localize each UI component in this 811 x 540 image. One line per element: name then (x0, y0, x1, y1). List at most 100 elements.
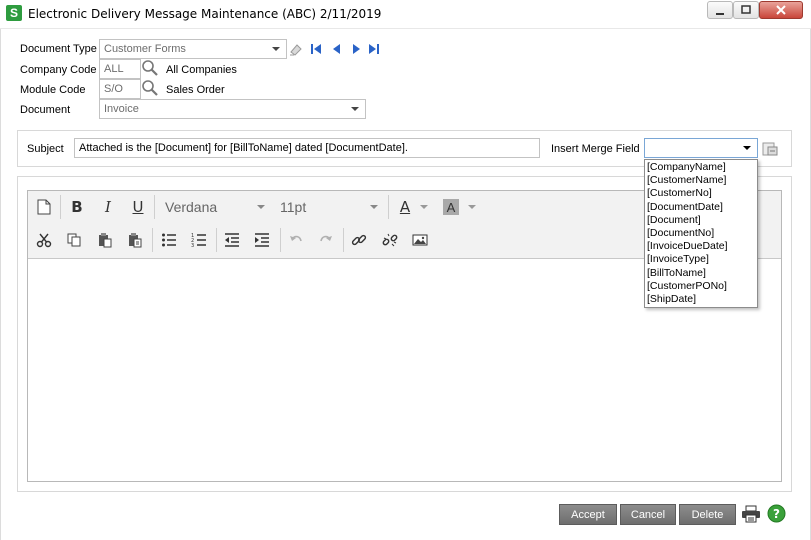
copy-button[interactable] (63, 229, 85, 251)
printer-icon[interactable] (741, 505, 761, 523)
last-record-icon[interactable] (369, 44, 379, 54)
insert-image-button[interactable] (409, 229, 431, 251)
maximize-button[interactable] (733, 1, 759, 19)
merge-option[interactable]: [CustomerName] (645, 174, 757, 187)
separator (152, 228, 153, 252)
minimize-icon (716, 13, 724, 15)
next-record-icon[interactable] (352, 44, 362, 54)
chevron-down-icon (257, 205, 265, 209)
separator (154, 195, 155, 219)
merge-option[interactable]: [CustomerPONo] (645, 280, 757, 293)
font-family-value: Verdana (165, 199, 218, 215)
chevron-down-icon (370, 205, 378, 209)
svg-text:?: ? (773, 507, 780, 521)
bullet-list-icon (162, 233, 176, 247)
subject-label: Subject (27, 143, 64, 155)
merge-option[interactable]: [CustomerNo] (645, 187, 757, 200)
merge-option[interactable]: [DocumentDate] (645, 201, 757, 214)
module-code-input[interactable]: S/O (99, 79, 141, 99)
document-label: Document (20, 104, 71, 116)
font-size-value: 11pt (280, 199, 307, 215)
previous-record-icon[interactable] (332, 44, 342, 54)
merge-option[interactable]: [BillToName] (645, 267, 757, 280)
merge-option[interactable]: [InvoiceDueDate] (645, 240, 757, 253)
separator (343, 228, 344, 252)
accept-button[interactable]: Accept (559, 504, 617, 525)
company-code-input[interactable]: ALL (99, 59, 141, 79)
paste-button[interactable] (94, 229, 116, 251)
font-family-select[interactable]: Verdana (165, 196, 265, 218)
insert-merge-icon[interactable] (761, 140, 779, 158)
italic-button[interactable]: I (97, 196, 119, 218)
bold-button[interactable]: B (66, 196, 88, 218)
outdent-icon (225, 233, 239, 247)
paste-text-icon (129, 233, 142, 248)
merge-field-select[interactable] (644, 138, 758, 158)
document-value: Invoice (104, 103, 139, 115)
new-document-button[interactable] (33, 196, 55, 218)
company-code-label: Company Code (20, 64, 97, 76)
maximize-icon (741, 5, 751, 14)
document-type-value: Customer Forms (104, 43, 186, 55)
chevron-down-icon (272, 47, 280, 51)
undo-button[interactable] (285, 229, 307, 251)
numbered-list-icon: 123 (191, 233, 206, 248)
merge-option[interactable]: [CompanyName] (645, 161, 757, 174)
app-icon: S (6, 5, 22, 21)
copy-icon (67, 233, 81, 247)
font-size-select[interactable]: 11pt (280, 196, 378, 218)
chevron-down-icon (743, 146, 751, 150)
new-document-icon (37, 199, 51, 215)
company-lookup-icon[interactable] (141, 59, 159, 77)
merge-option[interactable]: [DocumentNo] (645, 227, 757, 240)
eraser-icon[interactable] (288, 41, 304, 57)
delete-button[interactable]: Delete (679, 504, 736, 525)
separator (60, 195, 61, 219)
svg-text:3: 3 (191, 243, 194, 248)
scissors-icon (36, 233, 52, 248)
redo-icon (320, 235, 332, 242)
chevron-down-icon[interactable] (420, 205, 428, 209)
underline-button[interactable]: U (127, 196, 149, 218)
module-code-label: Module Code (20, 84, 86, 96)
separator (388, 195, 389, 219)
indent-icon (255, 233, 269, 247)
close-button[interactable] (759, 1, 803, 19)
help-icon[interactable]: ? (767, 504, 786, 523)
merge-option[interactable]: [ShipDate] (645, 293, 757, 306)
paste-special-button[interactable] (124, 229, 146, 251)
chevron-down-icon (351, 107, 359, 111)
cut-button[interactable] (33, 229, 55, 251)
remove-link-button[interactable] (379, 229, 401, 251)
company-description: All Companies (166, 64, 237, 76)
unlink-icon (382, 233, 398, 247)
document-select[interactable]: Invoice (99, 99, 366, 119)
merge-field-list: [CompanyName] [CustomerName] [CustomerNo… (644, 159, 758, 308)
undo-icon (290, 235, 302, 242)
decrease-indent-button[interactable] (221, 229, 243, 251)
image-icon (412, 234, 428, 246)
document-type-label: Document Type (20, 43, 97, 55)
merge-option[interactable]: [InvoiceType] (645, 253, 757, 266)
insert-link-button[interactable] (348, 229, 370, 251)
paste-icon (99, 233, 112, 248)
minimize-button[interactable] (707, 1, 733, 19)
bulleted-list-button[interactable] (158, 229, 180, 251)
module-lookup-icon[interactable] (141, 79, 159, 97)
separator (280, 228, 281, 252)
merge-option[interactable]: [Document] (645, 214, 757, 227)
increase-indent-button[interactable] (251, 229, 273, 251)
cancel-button[interactable]: Cancel (620, 504, 676, 525)
subject-input[interactable]: Attached is the [Document] for [BillToNa… (74, 138, 540, 158)
close-icon (776, 5, 786, 15)
numbered-list-button[interactable]: 123 (188, 229, 210, 251)
chevron-down-icon[interactable] (468, 205, 476, 209)
font-color-button[interactable]: A (394, 196, 416, 218)
highlight-color-button[interactable]: A (443, 199, 459, 215)
insert-merge-field-label: Insert Merge Field (551, 143, 640, 155)
redo-button[interactable] (315, 229, 337, 251)
document-type-select[interactable]: Customer Forms (99, 39, 287, 59)
window-title: Electronic Delivery Message Maintenance … (28, 7, 382, 21)
first-record-icon[interactable] (311, 44, 321, 54)
title-bar: S Electronic Delivery Message Maintenanc… (0, 0, 811, 29)
